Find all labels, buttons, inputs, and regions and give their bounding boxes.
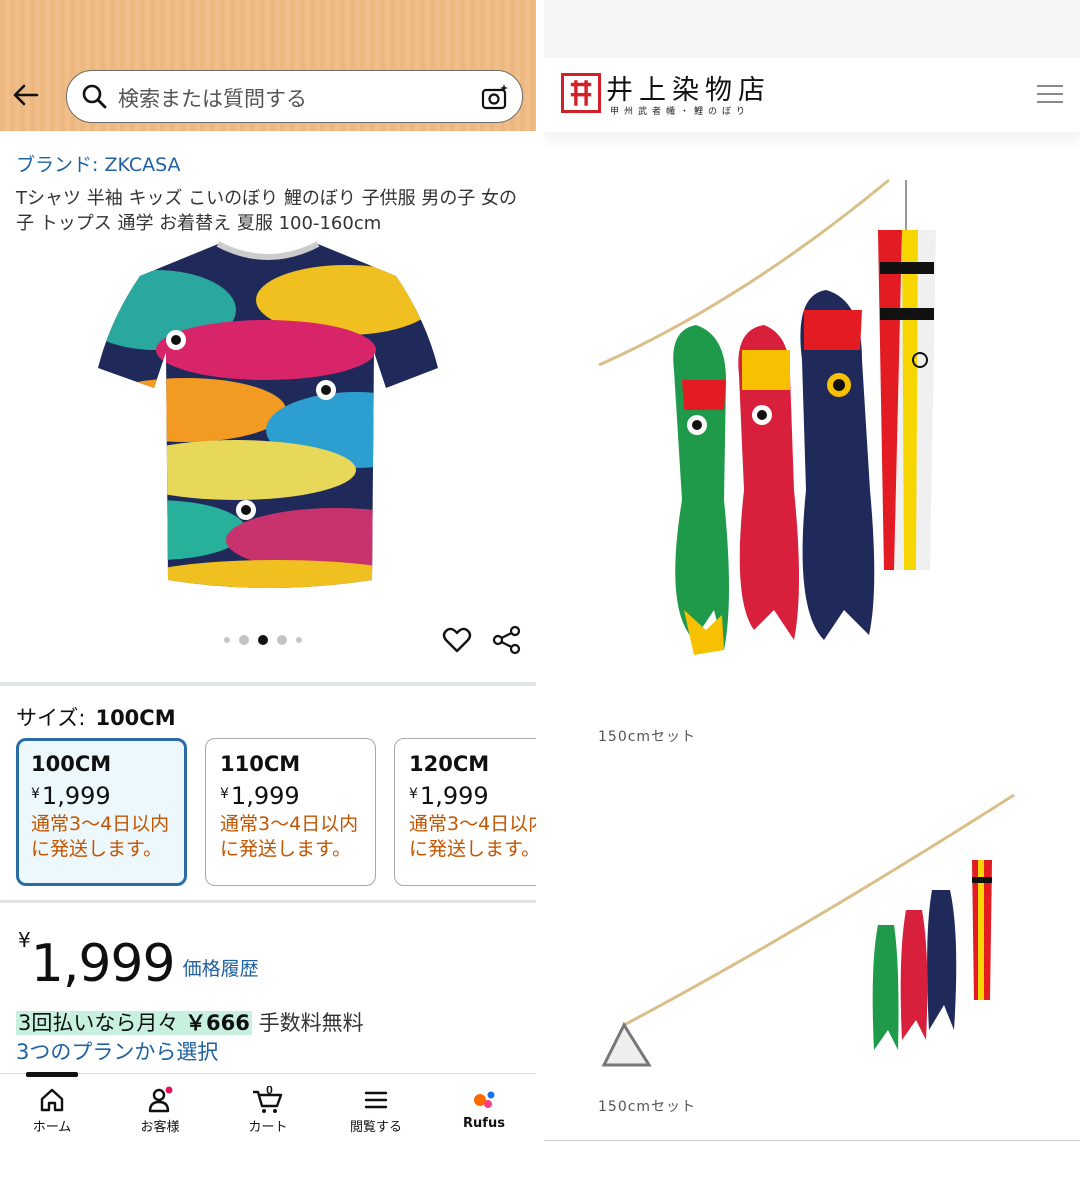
nav-home[interactable]: ホーム (2, 1086, 102, 1135)
installment-highlight: 3回払いなら月々 ￥666 (16, 1011, 252, 1035)
installment-info: 3回払いなら月々 ￥666 手数料無料 (16, 1007, 364, 1037)
installment-fee: 手数料無料 (258, 1011, 364, 1035)
divider (0, 900, 536, 903)
shop-header: 井上染物店 甲州武者幟・鯉のぼり (544, 58, 1080, 132)
installment-plans-link[interactable]: 3つのプランから選択 (16, 1036, 218, 1066)
size-option-100cm[interactable]: 100CM ¥1,999 通常3～4日以内 に発送します。 (16, 738, 187, 886)
size-option-shipping: 通常3～4日以内 に発送します。 (220, 813, 359, 860)
selected-size: 100CM (95, 706, 176, 730)
header-bar: 検索または質問する (0, 0, 536, 131)
size-option-name: 100CM (31, 752, 112, 776)
shopping-app-pane: 検索または質問する ブランド: ZKCASA Tシャツ 半袖 キッズ こいのぼり… (0, 0, 536, 1200)
nav-cart[interactable]: 0 カート (218, 1086, 318, 1135)
heart-icon[interactable] (442, 625, 472, 655)
divider (544, 1140, 1080, 1141)
cart-icon: 0 (253, 1086, 283, 1113)
search-icon (82, 84, 107, 109)
size-option-110cm[interactable]: 110CM ¥1,999 通常3～4日以内 に発送します。 (205, 738, 376, 886)
camera-search-icon[interactable] (480, 82, 510, 112)
search-input[interactable]: 検索または質問する (66, 70, 523, 123)
size-option-shipping: 通常3～4日以内 に発送します。 (409, 813, 536, 860)
size-label: サイズ: 100CM (16, 702, 176, 732)
size-option-name: 110CM (220, 752, 301, 776)
carousel-dot[interactable] (239, 635, 249, 645)
shop-site-pane: 井上染物店 甲州武者幟・鯉のぼり 150cmセット 150cmセット (544, 0, 1080, 1200)
back-arrow-icon[interactable] (10, 80, 40, 110)
product-title: Tシャツ 半袖 キッズ こいのぼり 鯉のぼり 子供服 男の子 女の子 トップス … (16, 188, 518, 234)
cart-count: 0 (266, 1086, 273, 1097)
nav-browse[interactable]: 閲覧する (326, 1086, 426, 1135)
divider (0, 682, 536, 686)
rufus-icon (474, 1091, 495, 1108)
koinobori-image-1[interactable] (594, 170, 1014, 680)
carousel-dot[interactable] (277, 635, 287, 645)
price-currency: ¥ (18, 928, 31, 952)
shop-subtitle: 甲州武者幟・鯉のぼり (610, 107, 751, 117)
image-caption-1: 150cmセット (598, 729, 697, 745)
menu-icon (364, 1091, 388, 1109)
size-option-price: ¥1,999 (409, 782, 489, 810)
account-icon (148, 1086, 173, 1113)
search-placeholder: 検索または質問する (118, 87, 307, 111)
carousel-dot-active[interactable] (258, 635, 268, 645)
brand-link[interactable]: ブランド: ZKCASA (16, 150, 181, 177)
active-tab-indicator (26, 1072, 78, 1077)
hamburger-menu-icon[interactable] (1036, 83, 1064, 105)
size-label-text: サイズ: (16, 706, 86, 730)
size-option-shipping: 通常3～4日以内 に発送します。 (31, 813, 170, 860)
image-carousel-dots[interactable] (224, 633, 302, 647)
price-amount: 1,999 (30, 934, 176, 994)
share-icon[interactable] (492, 625, 522, 655)
nav-account[interactable]: お客様 (110, 1086, 210, 1135)
carousel-dot[interactable] (296, 637, 302, 643)
price: ¥1,999 価格履歴 (18, 928, 259, 994)
size-option-120cm[interactable]: 120CM ¥1,999 通常3～4日以内 に発送します。 (394, 738, 536, 886)
product-image-tshirt[interactable] (96, 240, 440, 592)
shop-logo-icon[interactable] (561, 73, 601, 113)
koinobori-image-2[interactable] (594, 785, 1034, 1075)
image-caption-2: 150cmセット (598, 1099, 697, 1115)
bottom-nav: ホーム お客様 0 カート 閲覧する Rufus (0, 1072, 536, 1200)
status-area (544, 0, 1080, 58)
size-option-price: ¥1,999 (220, 782, 300, 810)
price-history-link[interactable]: 価格履歴 (183, 958, 259, 980)
carousel-dot[interactable] (224, 637, 230, 643)
nav-rufus[interactable]: Rufus (434, 1086, 534, 1131)
size-option-name: 120CM (409, 752, 490, 776)
size-option-price: ¥1,999 (31, 782, 111, 810)
home-icon (40, 1088, 64, 1112)
shop-name[interactable]: 井上染物店 (606, 68, 771, 107)
